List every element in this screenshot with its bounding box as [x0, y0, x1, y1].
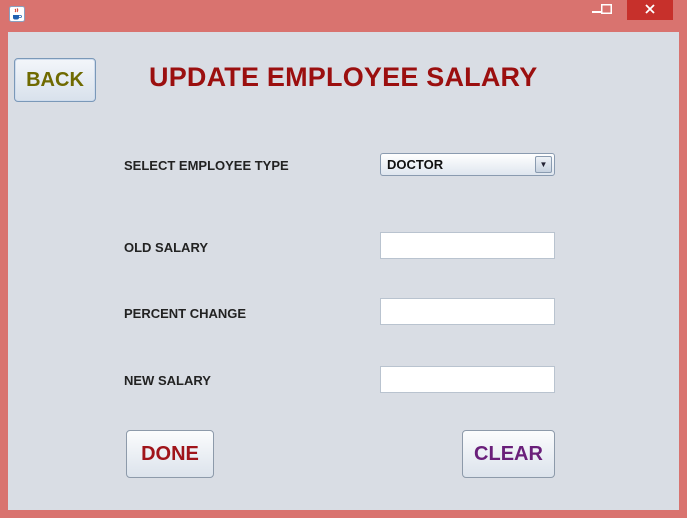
back-button[interactable]: BACK: [14, 58, 96, 102]
new-salary-field[interactable]: [380, 366, 555, 393]
employee-type-label: SELECT EMPLOYEE TYPE: [124, 158, 289, 173]
maximize-icon: [600, 1, 612, 19]
clear-button[interactable]: CLEAR: [462, 430, 555, 478]
done-button[interactable]: DONE: [126, 430, 214, 478]
maximize-button[interactable]: [593, 0, 619, 20]
java-cup-icon: [9, 6, 25, 22]
title-bar[interactable]: [0, 0, 687, 32]
percent-change-label: PERCENT CHANGE: [124, 306, 247, 321]
employee-type-select[interactable]: DOCTOR ▼: [380, 153, 555, 176]
employee-type-selected: DOCTOR: [387, 157, 444, 172]
app-window: BACK UPDATE EMPLOYEE SALARY SELECT EMPLO…: [0, 0, 687, 518]
percent-change-field[interactable]: [380, 298, 555, 325]
close-icon: [645, 1, 655, 19]
old-salary-label: OLD SALARY: [124, 240, 209, 255]
main-panel: BACK UPDATE EMPLOYEE SALARY SELECT EMPLO…: [8, 32, 679, 510]
new-salary-label: NEW SALARY: [124, 373, 211, 388]
page-title: UPDATE EMPLOYEE SALARY: [149, 62, 538, 92]
old-salary-field[interactable]: [380, 232, 555, 259]
dropdown-arrow-icon[interactable]: ▼: [535, 156, 552, 173]
close-button[interactable]: [627, 0, 673, 20]
